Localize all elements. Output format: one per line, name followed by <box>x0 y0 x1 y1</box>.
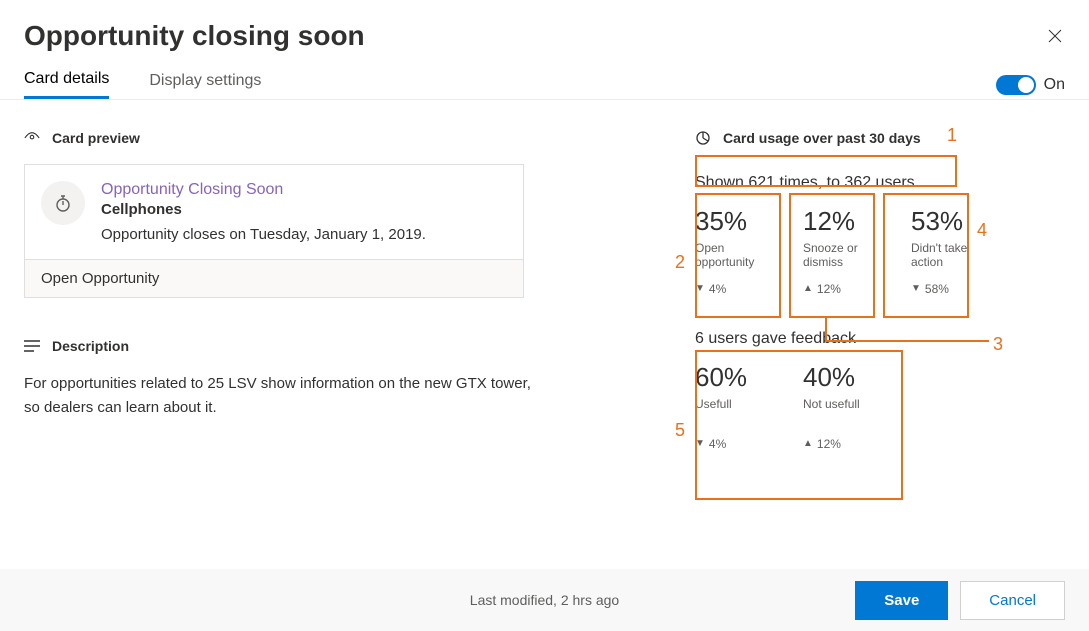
header: Opportunity closing soon <box>0 0 1089 52</box>
right-column: Card usage over past 30 days Shown 621 t… <box>695 130 1065 485</box>
on-toggle[interactable] <box>996 75 1036 95</box>
stat-trend: ▲12% <box>803 437 883 451</box>
shown-summary: Shown 621 times, to 362 users <box>695 174 1065 192</box>
annotation-5: 5 <box>675 420 685 441</box>
on-toggle-wrap: On <box>996 75 1065 95</box>
toggle-label: On <box>1044 76 1065 94</box>
eye-icon <box>24 130 40 146</box>
triangle-up-icon: ▲ <box>803 438 813 449</box>
description-text: For opportunities related to 25 LSV show… <box>24 372 544 420</box>
usage-label: Card usage over past 30 days <box>723 130 921 146</box>
close-icon <box>1048 29 1062 43</box>
card-preview-body: Opportunity Closing Soon Cellphones Oppo… <box>25 165 523 259</box>
left-column: Card preview Opportunity Closing Soon Ce… <box>24 130 635 485</box>
stat-pct: 40% <box>803 362 883 393</box>
stat-notuseful: 40% Not usefull ▲12% <box>803 362 883 451</box>
card-preview-label: Card preview <box>52 130 140 146</box>
last-modified: Last modified, 2 hrs ago <box>470 592 619 608</box>
triangle-up-icon: ▲ <box>803 283 813 294</box>
stat-row: 35% Open opportunity ▼4% 12% Snooze or d… <box>695 206 1065 296</box>
description-section: Description For opportunities related to… <box>24 338 635 420</box>
card-text: Opportunity closes on Tuesday, January 1… <box>101 226 426 243</box>
stat-pct: 35% <box>695 206 775 237</box>
stat-label: Snooze or dismiss <box>803 241 883 270</box>
triangle-down-icon: ▼ <box>695 438 705 449</box>
card-subtitle: Cellphones <box>101 201 426 218</box>
stat-label: Usefull <box>695 397 775 425</box>
stat-trend: ▼4% <box>695 282 775 296</box>
footer-buttons: Save Cancel <box>855 581 1065 620</box>
card-preview: Opportunity Closing Soon Cellphones Oppo… <box>24 164 524 298</box>
stat-label: Didn't take action <box>911 241 991 270</box>
triangle-down-icon: ▼ <box>695 283 705 294</box>
save-button[interactable]: Save <box>855 581 948 620</box>
page-title: Opportunity closing soon <box>24 20 365 52</box>
close-button[interactable] <box>1045 26 1065 46</box>
stat-useful: 60% Usefull ▼4% <box>695 362 775 451</box>
stat-pct: 12% <box>803 206 883 237</box>
description-label: Description <box>52 338 129 354</box>
stat-snooze: 12% Snooze or dismiss ▲12% <box>803 206 883 296</box>
stopwatch-icon <box>53 193 73 213</box>
tab-display-settings[interactable]: Display settings <box>149 72 261 98</box>
stopwatch-icon-circle <box>41 181 85 225</box>
card-title: Opportunity Closing Soon <box>101 181 426 199</box>
cancel-button[interactable]: Cancel <box>960 581 1065 620</box>
content: Card preview Opportunity Closing Soon Ce… <box>0 100 1089 485</box>
footer: Last modified, 2 hrs ago Save Cancel <box>0 569 1089 631</box>
annotation-3: 3 <box>993 334 1003 355</box>
tab-card-details[interactable]: Card details <box>24 70 109 99</box>
connector-line <box>825 318 989 342</box>
stat-open: 35% Open opportunity ▼4% <box>695 206 775 296</box>
card-preview-heading: Card preview <box>24 130 635 146</box>
tab-bar: Card details Display settings On <box>0 52 1089 100</box>
annotation-4: 4 <box>977 220 987 241</box>
pie-icon <box>695 130 711 146</box>
description-heading: Description <box>24 338 635 354</box>
stat-trend: ▲12% <box>803 282 883 296</box>
stat-trend: ▼58% <box>911 282 991 296</box>
feedback-row: 60% Usefull ▼4% 40% Not usefull ▲12% <box>695 362 1065 451</box>
triangle-down-icon: ▼ <box>911 283 921 294</box>
annotation-1: 1 <box>947 125 957 146</box>
stat-label: Not usefull <box>803 397 883 425</box>
text-icon <box>24 338 40 354</box>
usage-heading: Card usage over past 30 days <box>695 130 1065 146</box>
open-opportunity-button[interactable]: Open Opportunity <box>25 259 523 297</box>
annotation-2: 2 <box>675 252 685 273</box>
card-preview-texts: Opportunity Closing Soon Cellphones Oppo… <box>101 181 426 243</box>
stat-label: Open opportunity <box>695 241 775 270</box>
stat-pct: 60% <box>695 362 775 393</box>
stat-trend: ▼4% <box>695 437 775 451</box>
